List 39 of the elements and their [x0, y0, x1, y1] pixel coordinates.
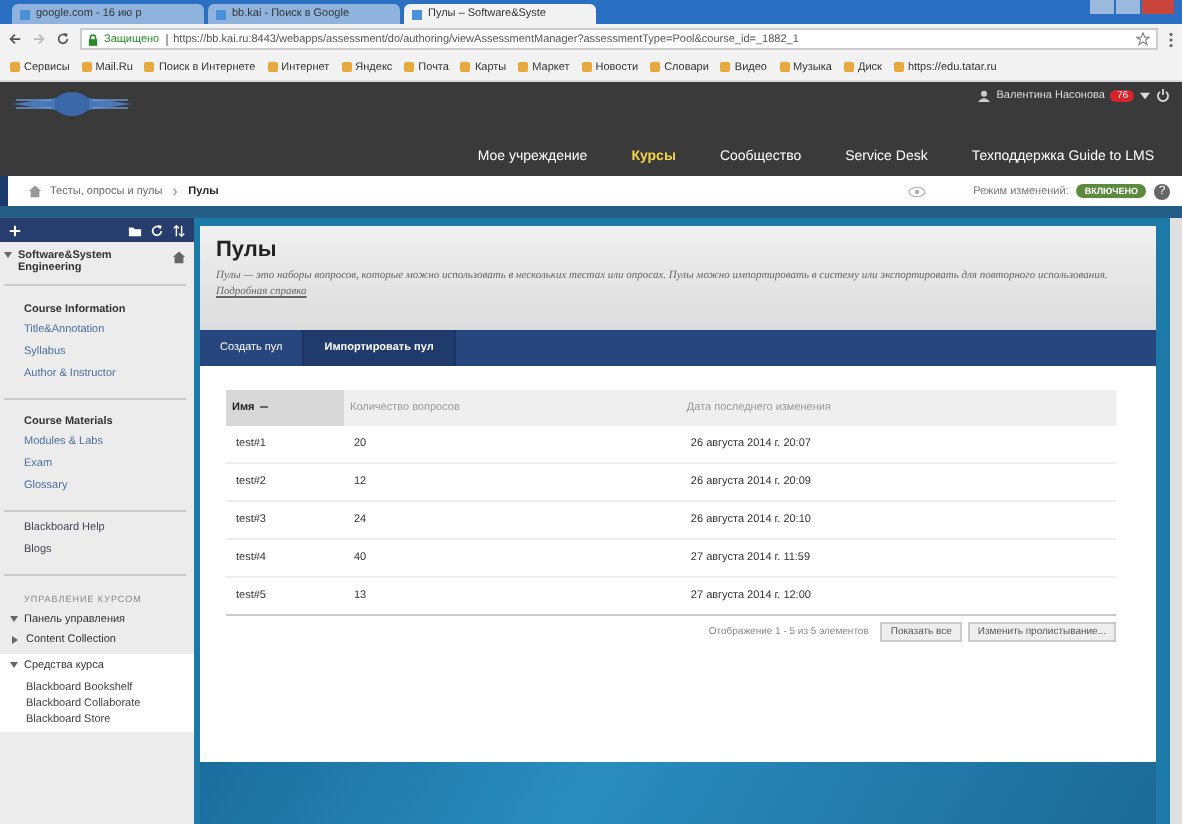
favicon-icon [216, 9, 226, 19]
sort-indicator-icon [260, 406, 269, 409]
bookmark-icon [843, 62, 854, 72]
star-icon[interactable] [1136, 32, 1150, 46]
bookmark-icon [720, 62, 731, 72]
bookmark-icon [10, 62, 20, 72]
expand-icon[interactable] [12, 636, 18, 644]
bookmark-icon [650, 62, 661, 72]
bookmark-icon [341, 62, 352, 72]
kebab-menu-icon[interactable] [1168, 31, 1174, 47]
collapse-icon[interactable] [4, 252, 12, 258]
lock-icon [88, 33, 98, 45]
bookmark-icon [893, 62, 904, 72]
bookmark-icon [267, 62, 278, 72]
winged-logo-icon [12, 88, 132, 120]
bookmark-icon [144, 62, 155, 72]
caret-icon[interactable] [1140, 91, 1150, 99]
back-arrow-icon[interactable] [8, 32, 22, 46]
bookmark-icon [581, 62, 592, 72]
folder-icon[interactable] [128, 223, 142, 237]
user-icon [978, 89, 991, 101]
page-title: Пулы [216, 238, 279, 262]
refresh-icon[interactable] [150, 223, 164, 237]
scrollbar[interactable] [1170, 218, 1182, 824]
favicon-icon [20, 9, 30, 19]
reload-icon[interactable] [56, 32, 70, 46]
bookmark-icon [779, 62, 789, 72]
expand-icon[interactable] [10, 616, 18, 622]
home-icon[interactable] [172, 250, 186, 264]
expand-icon[interactable] [10, 662, 18, 668]
home-icon[interactable] [28, 184, 42, 198]
bookmark-icon [81, 62, 92, 72]
plus-icon[interactable] [8, 223, 22, 237]
bookmark-icon [460, 62, 471, 72]
bookmark-icon [518, 62, 529, 72]
favicon-icon [412, 9, 422, 19]
power-icon[interactable] [1156, 88, 1170, 102]
sort-icon[interactable] [172, 223, 186, 237]
bookmark-icon [404, 62, 415, 72]
